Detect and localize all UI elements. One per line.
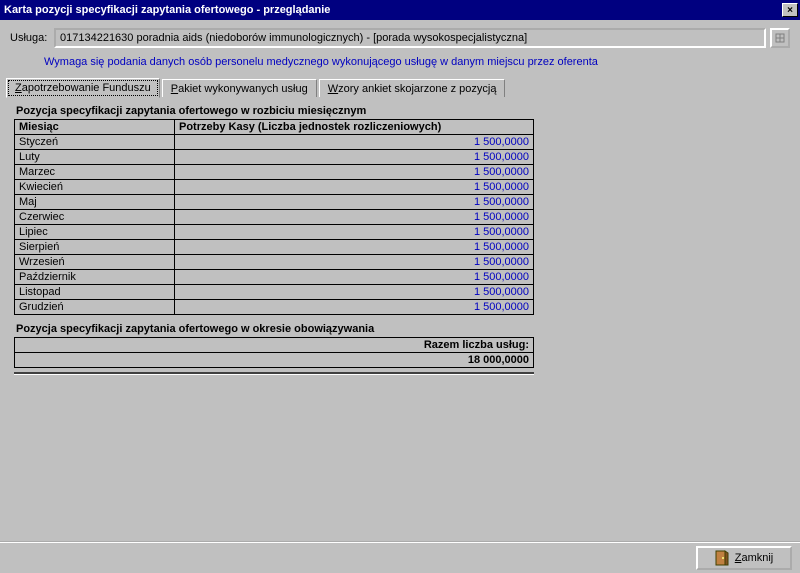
- close-button[interactable]: Zamknij: [696, 546, 792, 570]
- service-row: Usługa: 017134221630 poradnia aids (nied…: [10, 28, 790, 48]
- value-cell: 1 500,0000: [175, 195, 534, 210]
- service-field: 017134221630 poradnia aids (niedoborów i…: [54, 28, 766, 48]
- summary-table: Razem liczba usług: 18 000,0000: [14, 337, 534, 368]
- tab-label: zory ankiet skojarzone z pozycją: [338, 83, 496, 95]
- month-cell: Luty: [15, 150, 175, 165]
- door-exit-icon: [715, 550, 729, 566]
- tabs-row: Zapotrzebowanie Funduszu Pakiet wykonywa…: [6, 78, 790, 98]
- service-expand-button[interactable]: [770, 28, 790, 48]
- value-cell: 1 500,0000: [175, 210, 534, 225]
- month-cell: Maj: [15, 195, 175, 210]
- table-row[interactable]: Styczeń1 500,0000: [15, 135, 534, 150]
- value-cell: 1 500,0000: [175, 135, 534, 150]
- col-value-header: Potrzeby Kasy (Liczba jednostek rozlicze…: [175, 120, 534, 135]
- value-cell: 1 500,0000: [175, 150, 534, 165]
- table-row[interactable]: Maj1 500,0000: [15, 195, 534, 210]
- value-cell: 1 500,0000: [175, 285, 534, 300]
- table-row[interactable]: Wrzesień1 500,0000: [15, 255, 534, 270]
- value-cell: 1 500,0000: [175, 225, 534, 240]
- month-cell: Listopad: [15, 285, 175, 300]
- requirement-notice: Wymaga się podania danych osób personelu…: [44, 56, 790, 68]
- window-titlebar: Karta pozycji specyfikacji zapytania ofe…: [0, 0, 800, 20]
- summary-rule: [14, 372, 534, 375]
- value-cell: 1 500,0000: [175, 180, 534, 195]
- summary-label: Razem liczba usług:: [15, 338, 534, 353]
- bottom-bar: Zamknij: [0, 541, 800, 573]
- value-cell: 1 500,0000: [175, 300, 534, 315]
- table-row[interactable]: Marzec1 500,0000: [15, 165, 534, 180]
- content-area: Usługa: 017134221630 poradnia aids (nied…: [0, 20, 800, 517]
- tab-hotkey: W: [328, 83, 338, 95]
- tab-zapotrzebowanie-funduszu[interactable]: Zapotrzebowanie Funduszu: [6, 78, 160, 98]
- month-cell: Kwiecień: [15, 180, 175, 195]
- month-cell: Grudzień: [15, 300, 175, 315]
- col-month-header: Miesiąc: [15, 120, 175, 135]
- value-cell: 1 500,0000: [175, 255, 534, 270]
- service-label: Usługa:: [10, 32, 50, 44]
- month-cell: Czerwiec: [15, 210, 175, 225]
- table-row[interactable]: Grudzień1 500,0000: [15, 300, 534, 315]
- summary-heading: Pozycja specyfikacji zapytania ofertoweg…: [16, 323, 534, 335]
- tab-wzory-ankiet[interactable]: Wzory ankiet skojarzone z pozycją: [319, 79, 506, 98]
- tab-panel: Pozycja specyfikacji zapytania ofertoweg…: [10, 97, 790, 517]
- table-row[interactable]: Kwiecień1 500,0000: [15, 180, 534, 195]
- expand-icon: [775, 33, 785, 43]
- table-row[interactable]: Lipiec1 500,0000: [15, 225, 534, 240]
- summary-block: Pozycja specyfikacji zapytania ofertoweg…: [14, 323, 534, 375]
- summary-value: 18 000,0000: [15, 353, 534, 368]
- tab-hotkey: P: [171, 83, 178, 95]
- table-row[interactable]: Luty1 500,0000: [15, 150, 534, 165]
- value-cell: 1 500,0000: [175, 240, 534, 255]
- tab-hotkey: Z: [15, 82, 22, 94]
- value-cell: 1 500,0000: [175, 165, 534, 180]
- month-cell: Sierpień: [15, 240, 175, 255]
- window-title: Karta pozycji specyfikacji zapytania ofe…: [4, 4, 782, 16]
- month-cell: Wrzesień: [15, 255, 175, 270]
- table-row[interactable]: Październik1 500,0000: [15, 270, 534, 285]
- tab-label: apotrzebowanie Funduszu: [22, 82, 151, 94]
- month-cell: Marzec: [15, 165, 175, 180]
- month-cell: Lipiec: [15, 225, 175, 240]
- tab-label: akiet wykonywanych usług: [178, 83, 308, 95]
- window-close-button[interactable]: ×: [782, 3, 798, 17]
- value-cell: 1 500,0000: [175, 270, 534, 285]
- month-cell: Styczeń: [15, 135, 175, 150]
- close-icon: ×: [787, 5, 793, 16]
- close-button-label: Zamknij: [735, 552, 774, 564]
- table-row[interactable]: Listopad1 500,0000: [15, 285, 534, 300]
- monthly-grid: Miesiąc Potrzeby Kasy (Liczba jednostek …: [14, 119, 534, 315]
- table-row[interactable]: Czerwiec1 500,0000: [15, 210, 534, 225]
- month-cell: Październik: [15, 270, 175, 285]
- tab-pakiet-uslug[interactable]: Pakiet wykonywanych usług: [162, 79, 317, 98]
- monthly-heading: Pozycja specyfikacji zapytania ofertoweg…: [16, 105, 786, 117]
- table-row[interactable]: Sierpień1 500,0000: [15, 240, 534, 255]
